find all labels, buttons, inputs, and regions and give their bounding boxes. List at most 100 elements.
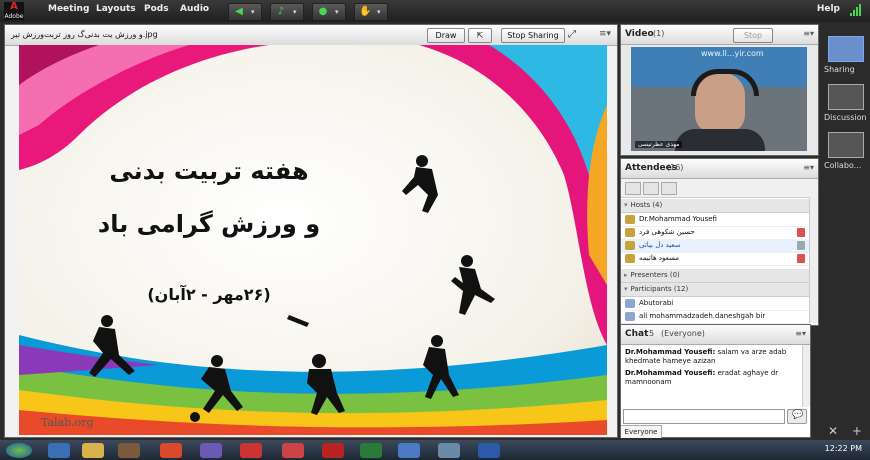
- rail-tools: ✕ +: [828, 424, 862, 438]
- attendees-scrollbar[interactable]: [809, 197, 818, 323]
- sync-button[interactable]: ⇱: [468, 28, 492, 43]
- adobe-connect-icon[interactable]: [322, 443, 344, 458]
- attendees-pod-header: Attendees (16) ≡▾: [621, 159, 818, 179]
- video-pod: Video (1) Stop ≡▾ www.ll...yir.com مهدی …: [620, 24, 819, 156]
- video-pod-header: Video (1) Stop ≡▾: [621, 25, 818, 45]
- share-pod: و ورزش یت بدنی‌‌گ روز تربت‌ورزش تیر.jpg …: [4, 24, 618, 438]
- send-button[interactable]: 💬: [787, 409, 807, 424]
- folder-icon[interactable]: [82, 443, 104, 458]
- microphone-button[interactable]: ♪ ▾: [270, 3, 304, 21]
- participants-label: Participants (12): [630, 285, 689, 293]
- expand-icon: ▸: [624, 271, 628, 279]
- chat-message: Dr.Mohammad Yousefi: salam va arze adab …: [625, 348, 797, 366]
- app-icon[interactable]: [240, 443, 262, 458]
- start-icon[interactable]: [6, 443, 32, 458]
- collapse-icon: ▾: [624, 285, 628, 293]
- signal-strength-icon: [850, 4, 864, 16]
- slide-credit: Talab.org: [41, 416, 94, 429]
- attendee-row[interactable]: سعید دل بیاتی: [621, 239, 809, 253]
- chat-pod-title: Chat: [625, 329, 649, 339]
- app-icon[interactable]: [282, 443, 304, 458]
- layout-label: Collabo...: [824, 161, 862, 170]
- app-icon[interactable]: [398, 443, 420, 458]
- chevron-down-icon: ▾: [251, 8, 255, 16]
- menu-pods[interactable]: Pods: [144, 4, 169, 14]
- speaker-button[interactable]: ◀ ▾: [228, 3, 262, 21]
- chevron-down-icon: ▾: [293, 8, 297, 16]
- stop-sharing-button[interactable]: Stop Sharing: [501, 28, 565, 43]
- shared-slide: هفته تربیت بدنی و ورزش گرامی باد (۲۶مهر …: [19, 45, 607, 435]
- speaker-icon: ◀: [235, 6, 243, 17]
- hosts-label: Hosts (4): [630, 201, 663, 209]
- stop-video-button[interactable]: Stop: [733, 28, 773, 43]
- participant-icon: [625, 312, 635, 321]
- sort-icon[interactable]: [661, 182, 677, 195]
- add-layout-icon[interactable]: +: [852, 424, 862, 438]
- mic-muted-icon: [797, 254, 805, 263]
- presenters-section[interactable]: ▸ Presenters (0): [621, 269, 809, 283]
- layout-label: Sharing: [824, 65, 855, 74]
- webcam-icon: ●: [318, 6, 328, 17]
- slide-date: (۲۶مهر - ۲آبان): [147, 285, 271, 304]
- attendee-row[interactable]: حسین شکوهی فرد: [621, 226, 809, 240]
- chat-tab-everyone[interactable]: Everyone: [621, 425, 662, 438]
- chat-scrollbar[interactable]: [802, 345, 810, 407]
- slide-title-line2: و ورزش گرامی باد: [97, 210, 321, 238]
- app-icon[interactable]: [438, 443, 460, 458]
- attendee-name: مسعود هاتیمه: [639, 254, 680, 262]
- presenters-label: Presenters (0): [630, 271, 680, 279]
- share-toolbar: و ورزش یت بدنی‌‌گ روز تربت‌ورزش تیر.jpg …: [5, 25, 617, 46]
- menu-meeting[interactable]: Meeting: [48, 4, 89, 14]
- attendee-row[interactable]: Dr.Mohammad Yousefi: [621, 213, 809, 227]
- pod-menu-icon[interactable]: ≡▾: [803, 29, 814, 38]
- app-icon[interactable]: [118, 443, 140, 458]
- hosts-section[interactable]: ▾ Hosts (4): [621, 199, 809, 213]
- participants-section[interactable]: ▾ Participants (12): [621, 283, 809, 297]
- presenter-name-label: مهدی عظرتیسی: [635, 141, 683, 148]
- pod-menu-icon[interactable]: ≡▾: [599, 29, 611, 39]
- chevron-down-icon: ▾: [377, 8, 381, 16]
- layout-thumbnail: [828, 36, 864, 62]
- draw-button[interactable]: Draw: [427, 28, 465, 43]
- webcam-button[interactable]: ● ▾: [312, 3, 346, 21]
- slide-title-line1: هفته تربیت بدنی: [109, 157, 309, 185]
- chrome-icon[interactable]: [160, 443, 182, 458]
- grid-view-icon[interactable]: [643, 182, 659, 195]
- attendee-name: ali mohammadzadeh.daneshgah bir: [639, 312, 766, 320]
- layouts-rail: Sharing Discussion Collabo... ✕ +: [820, 24, 870, 438]
- host-icon: [625, 241, 635, 250]
- fullscreen-icon[interactable]: ⤢: [568, 29, 576, 40]
- host-icon: [625, 254, 635, 263]
- menu-layouts[interactable]: Layouts: [96, 4, 136, 14]
- chat-input[interactable]: [623, 409, 785, 424]
- menu-help[interactable]: Help: [817, 4, 840, 14]
- attendee-row[interactable]: ali mohammadzadeh.daneshgah bir: [621, 310, 809, 324]
- attendee-name: Dr.Mohammad Yousefi: [639, 215, 717, 223]
- ie-icon[interactable]: [48, 443, 70, 458]
- chat-audience: (Everyone): [661, 329, 705, 338]
- attendee-name: سعید دل بیاتی: [639, 241, 681, 249]
- layout-thumbnail: [828, 132, 864, 158]
- word-icon[interactable]: [478, 443, 500, 458]
- menu-audio[interactable]: Audio: [180, 4, 209, 14]
- clock: 12:22 PM: [824, 444, 862, 453]
- presenter-body: [675, 129, 765, 151]
- layout-label: Discussion: [824, 113, 867, 122]
- chat-count: 5: [649, 329, 655, 338]
- chat-sender: Dr.Mohammad Yousefi:: [625, 348, 716, 356]
- excel-icon[interactable]: [360, 443, 382, 458]
- collapse-icon: ▾: [624, 201, 628, 209]
- pod-menu-icon[interactable]: ≡▾: [803, 163, 814, 172]
- host-icon: [625, 228, 635, 237]
- list-view-icon[interactable]: [625, 182, 641, 195]
- chat-pod: Chat 5 (Everyone) ≡▾ Dr.Mohammad Yousefi…: [620, 324, 811, 438]
- tools-icon[interactable]: ✕: [828, 424, 838, 438]
- attendee-name: Abutorabi: [639, 299, 674, 307]
- host-icon: [625, 215, 635, 224]
- app-icon[interactable]: [200, 443, 222, 458]
- raise-hand-button[interactable]: ✋ ▾: [354, 3, 388, 21]
- attendee-row[interactable]: Abutorabi: [621, 297, 809, 311]
- video-pod-title: Video: [625, 29, 654, 39]
- pod-menu-icon[interactable]: ≡▾: [795, 329, 806, 338]
- attendee-row[interactable]: مسعود هاتیمه: [621, 252, 809, 266]
